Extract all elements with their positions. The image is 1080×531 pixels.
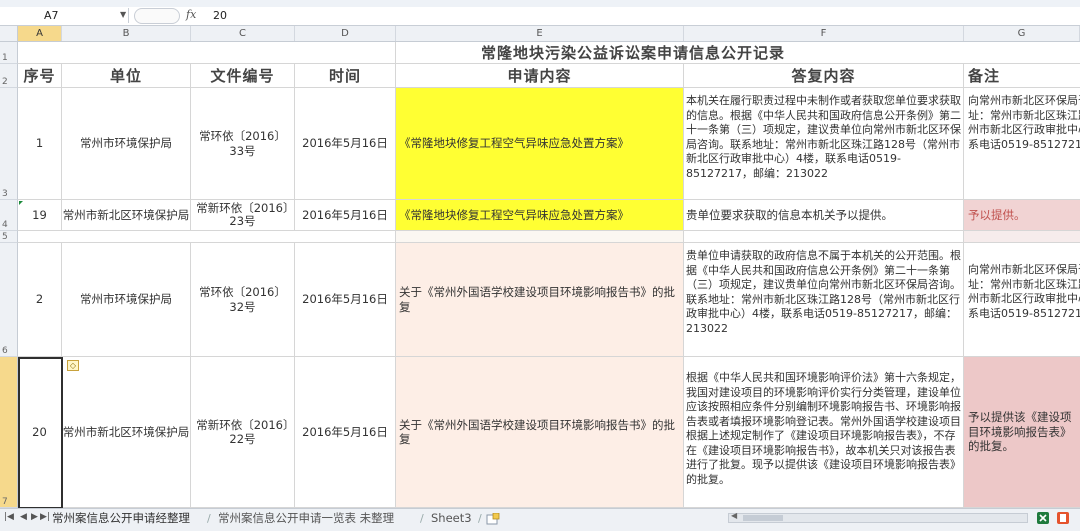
error-smart-tag-icon[interactable]: ◇ bbox=[67, 360, 79, 371]
table-cell-request[interactable]: 《常隆地块修复工程空气异味应急处置方案》 bbox=[396, 200, 684, 231]
excel-icon[interactable] bbox=[1036, 511, 1050, 525]
row-header-7[interactable]: 7 bbox=[0, 357, 18, 508]
horizontal-scrollbar[interactable]: ◀ bbox=[728, 511, 1028, 523]
spacer-cell[interactable] bbox=[684, 231, 964, 243]
table-cell-unit[interactable]: 常州市新北区环境保护局 bbox=[62, 357, 191, 508]
table-cell-doc-no[interactable]: 常环依〔2016〕32号 bbox=[191, 243, 295, 357]
spacer-cell[interactable] bbox=[396, 231, 684, 243]
table-cell-remark[interactable]: 向常州市新北区环保局咨询。联系地址：常州市新北区珠江路128号（常州市新北区行政… bbox=[964, 243, 1080, 357]
formula-cancel-button[interactable] bbox=[134, 8, 180, 24]
column-header-row: A B C D E F G bbox=[0, 26, 1080, 42]
header-reply[interactable]: 答复内容 bbox=[684, 64, 964, 88]
function-icon[interactable]: fx bbox=[186, 8, 196, 21]
spacer-cell[interactable] bbox=[964, 231, 1080, 243]
table-cell-remark[interactable]: 予以提供。 bbox=[964, 200, 1080, 231]
header-remark[interactable]: 备注 bbox=[964, 64, 1080, 88]
header-unit[interactable]: 单位 bbox=[62, 64, 191, 88]
select-all-corner[interactable] bbox=[0, 26, 18, 41]
sheet-title-text: 常隆地块污染公益诉讼案申请信息公开记录 bbox=[480, 44, 785, 62]
column-header-c[interactable]: C bbox=[191, 26, 295, 41]
table-cell-remark[interactable]: 予以提供该《建设项目环境影响报告表》的批复。 bbox=[964, 357, 1080, 508]
office-icon[interactable] bbox=[1056, 511, 1070, 525]
table-cell-reply[interactable]: 本机关在履行职责过程中未制作或者获取您单位要求获取的信息。根据《中华人民共和国政… bbox=[684, 88, 964, 200]
table-cell-unit[interactable]: 常州市新北区环境保护局 bbox=[62, 200, 191, 231]
table-cell-remark[interactable]: 向常州市新北区环保局咨询。联系地址：常州市新北区珠江路128号（常州市新北区行政… bbox=[964, 88, 1080, 200]
active-cell-selection[interactable] bbox=[18, 357, 63, 509]
table-cell-doc-no[interactable]: 常环依〔2016〕33号 bbox=[191, 88, 295, 200]
table-cell-seq[interactable]: 1 bbox=[18, 88, 62, 200]
cell-a1[interactable] bbox=[18, 42, 396, 64]
row-header-1[interactable]: 1 bbox=[0, 42, 18, 64]
tab-divider: / bbox=[478, 512, 482, 525]
table-cell-unit[interactable]: 常州市环境保护局 bbox=[62, 243, 191, 357]
header-seq[interactable]: 序号 bbox=[18, 64, 62, 88]
table-cell-request[interactable]: 关于《常州外国语学校建设项目环境影响报告书》的批复 bbox=[396, 243, 684, 357]
header-doc-no[interactable]: 文件编号 bbox=[191, 64, 295, 88]
table-cell-time[interactable]: 2016年5月16日 bbox=[295, 88, 396, 200]
table-cell-reply[interactable]: 贵单位申请获取的政府信息不属于本机关的公开范围。根据《中华人民共和国政府信息公开… bbox=[684, 243, 964, 357]
prev-sheet-icon[interactable]: ◀ bbox=[20, 512, 27, 522]
tab-divider: / bbox=[207, 512, 211, 525]
table-cell-seq[interactable]: 19 bbox=[18, 200, 62, 231]
sheet-title[interactable]: 常隆地块污染公益诉讼案申请信息公开记录 bbox=[396, 42, 1080, 64]
scroll-left-icon[interactable]: ◀ bbox=[731, 511, 737, 520]
spacer-row[interactable] bbox=[18, 231, 396, 243]
sheet-tab-1[interactable]: 常州案信息公开申请经整理 bbox=[48, 510, 194, 527]
table-cell-seq[interactable]: 2 bbox=[18, 243, 62, 357]
name-box[interactable]: A7 ▼ bbox=[0, 8, 129, 23]
chevron-down-icon[interactable]: ▼ bbox=[120, 10, 126, 19]
formula-bar: A7 ▼ fx 20 bbox=[0, 7, 1080, 26]
header-time[interactable]: 时间 bbox=[295, 64, 396, 88]
row-header-6[interactable]: 6 bbox=[0, 243, 18, 357]
scrollbar-thumb[interactable] bbox=[743, 515, 783, 521]
table-cell-request[interactable]: 关于《常州外国语学校建设项目环境影响报告书》的批复 bbox=[396, 357, 684, 508]
row-header-5[interactable]: 5 bbox=[0, 231, 18, 243]
table-cell-reply[interactable]: 贵单位要求获取的信息本机关予以提供。 bbox=[684, 200, 964, 231]
table-cell-unit[interactable]: 常州市环境保护局 bbox=[62, 88, 191, 200]
header-request[interactable]: 申请内容 bbox=[396, 64, 684, 88]
column-header-a[interactable]: A bbox=[18, 26, 62, 41]
column-header-f[interactable]: F bbox=[684, 26, 964, 41]
row-header-3[interactable]: 3 bbox=[0, 88, 18, 200]
row-header-4[interactable]: 4 bbox=[0, 200, 18, 231]
formula-input[interactable]: 20 bbox=[213, 9, 227, 22]
cell-reference: A7 bbox=[44, 9, 59, 22]
table-cell-time[interactable]: 2016年5月16日 bbox=[295, 357, 396, 508]
table-cell-time[interactable]: 2016年5月16日 bbox=[295, 243, 396, 357]
sheet-tab-2[interactable]: 常州案信息公开申请一览表 未整理 bbox=[214, 510, 398, 527]
table-cell-reply[interactable]: 根据《中华人民共和国环境影响评价法》第十六条规定，我国对建设项目的环境影响评价实… bbox=[684, 357, 964, 508]
first-sheet-icon[interactable]: |◀ bbox=[4, 512, 14, 522]
table-cell-time[interactable]: 2016年5月16日 bbox=[295, 200, 396, 231]
column-header-g[interactable]: G bbox=[964, 26, 1080, 41]
table-cell-doc-no[interactable]: 常新环依〔2016〕22号 bbox=[191, 357, 295, 508]
sheet-tab-3[interactable]: Sheet3 bbox=[427, 510, 476, 527]
column-header-b[interactable]: B bbox=[62, 26, 191, 41]
green-triangle-icon bbox=[19, 201, 23, 205]
column-header-e[interactable]: E bbox=[396, 26, 684, 41]
table-cell-request[interactable]: 《常隆地块修复工程空气异味应急处置方案》 bbox=[396, 88, 684, 200]
column-header-d[interactable]: D bbox=[295, 26, 396, 41]
next-sheet-icon[interactable]: ▶ bbox=[31, 512, 38, 522]
table-cell-doc-no[interactable]: 常新环依〔2016〕23号 bbox=[191, 200, 295, 231]
new-sheet-icon[interactable] bbox=[486, 513, 500, 525]
tab-divider: / bbox=[420, 512, 424, 525]
sheet-tab-bar: |◀ ◀ ▶ ▶| 常州案信息公开申请经整理 / 常州案信息公开申请一览表 未整… bbox=[0, 508, 1080, 531]
row-header-2[interactable]: 2 bbox=[0, 64, 18, 88]
